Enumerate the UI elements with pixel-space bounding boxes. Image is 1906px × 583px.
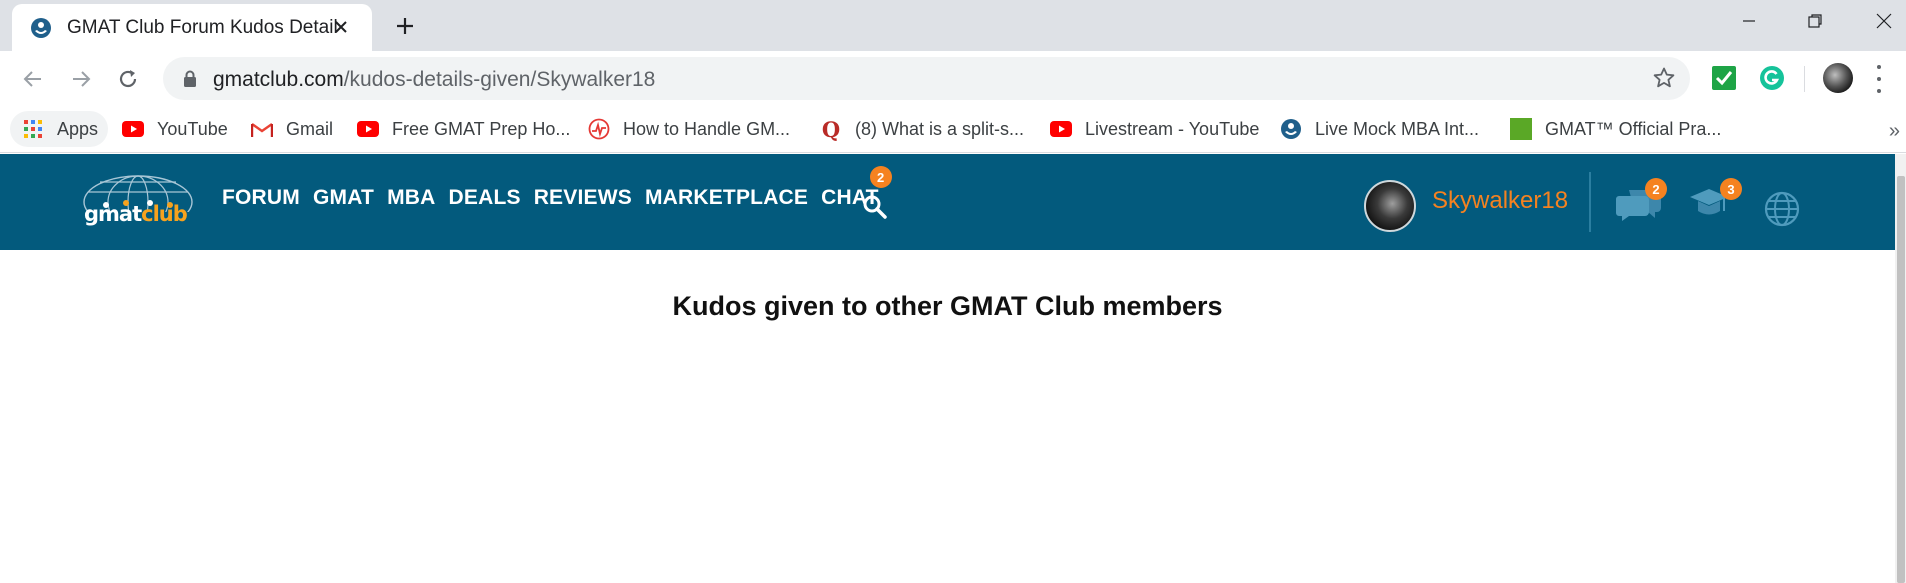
bookmarks-overflow-chevron[interactable]: » (1889, 120, 1900, 143)
logo-text-club: club (141, 202, 188, 226)
bookmark-gmat-official[interactable]: GMAT™ Official Pra... (1510, 111, 1721, 147)
browser-tab-active[interactable]: GMAT Club Forum Kudos Details (12, 4, 372, 51)
nav-mba[interactable]: MBA (387, 186, 435, 210)
pulse-icon (588, 118, 610, 140)
gmatclub-favicon-icon (29, 16, 53, 40)
reload-icon[interactable] (111, 62, 145, 96)
globe-language-icon[interactable] (1763, 190, 1801, 233)
close-tab-icon[interactable] (330, 16, 352, 38)
url-text[interactable]: gmatclub.com/kudos-details-given/Skywalk… (213, 68, 655, 92)
site-header: gmatclub FORUM GMAT MBA DEALS REVIEWS MA… (0, 154, 1895, 250)
page-title: Kudos given to other GMAT Club members (672, 291, 1223, 321)
minimize-window-icon[interactable] (1731, 8, 1767, 34)
bookmark-gmail[interactable]: Gmail (251, 111, 333, 147)
tab-title: GMAT Club Forum Kudos Details (67, 16, 337, 38)
gmatclub-favicon-icon (1280, 118, 1302, 140)
bookmark-quora[interactable]: Q (8) What is a split-s... (820, 111, 1024, 147)
bookmark-youtube[interactable]: YouTube (122, 111, 228, 147)
bookmark-apps[interactable]: Apps (10, 111, 109, 147)
bookmarks-bar: Apps YouTube Gmail Free GMAT Prep Ho... … (0, 106, 1906, 153)
logo-text-gmat: gmat (84, 202, 142, 226)
url-host: gmatclub.com (213, 68, 344, 91)
bookmark-label: How to Handle GM... (623, 118, 791, 139)
nav-gmat[interactable]: GMAT (313, 186, 374, 210)
gmatclub-logo[interactable]: gmatclub (80, 172, 196, 234)
bookmark-label: YouTube (157, 118, 228, 139)
scrollbar-thumb[interactable] (1897, 176, 1905, 583)
nav-forum[interactable]: FORUM (222, 186, 300, 210)
bookmark-star-icon[interactable] (1652, 66, 1676, 95)
address-bar[interactable]: gmatclub.com/kudos-details-given/Skywalk… (163, 57, 1690, 100)
toolbar-divider (1804, 66, 1805, 92)
bookmark-label: Gmail (286, 118, 334, 139)
search-icon[interactable] (862, 194, 888, 225)
browser-toolbar: gmatclub.com/kudos-details-given/Skywalk… (0, 51, 1906, 106)
bookmark-label: Apps (57, 118, 99, 139)
messages-icon[interactable]: 2 (1615, 178, 1667, 227)
lock-icon[interactable] (183, 70, 197, 93)
bookmark-label: GMAT™ Official Pra... (1545, 118, 1722, 139)
gmail-icon (251, 118, 273, 140)
user-avatar[interactable] (1364, 180, 1416, 232)
checkmark-extension-icon[interactable] (1709, 63, 1739, 93)
url-path: /kudos-details-given/Skywalker18 (343, 68, 656, 91)
bookmark-label: Livestream - YouTube (1085, 118, 1260, 139)
site-nav: FORUM GMAT MBA DEALS REVIEWS MARKETPLACE… (222, 166, 892, 210)
tab-strip: GMAT Club Forum Kudos Details (0, 0, 1906, 51)
bookmark-label: Live Mock MBA Int... (1315, 118, 1480, 139)
bookmark-how-to-handle[interactable]: How to Handle GM... (588, 111, 790, 147)
browser-menu-icon[interactable] (1872, 65, 1886, 93)
bookmark-label: Free GMAT Prep Ho... (392, 118, 571, 139)
graduation-cap-icon[interactable]: 3 (1689, 178, 1742, 226)
close-window-icon[interactable] (1866, 8, 1902, 34)
youtube-icon (122, 118, 144, 140)
logo-wordmark: gmatclub (84, 202, 188, 226)
quora-icon: Q (821, 116, 841, 142)
nav-marketplace[interactable]: MARKETPLACE (645, 186, 808, 210)
nav-deals[interactable]: DEALS (449, 186, 521, 210)
apps-grid-icon (22, 118, 44, 140)
bookmark-live-mock-mba[interactable]: Live Mock MBA Int... (1280, 111, 1479, 147)
school-badge: 3 (1720, 178, 1742, 200)
youtube-icon (357, 118, 379, 140)
new-tab-plus-icon[interactable] (391, 12, 419, 40)
back-arrow-icon[interactable] (16, 62, 50, 96)
forward-arrow-icon[interactable] (64, 62, 98, 96)
grammarly-extension-icon[interactable] (1757, 63, 1787, 93)
bookmark-free-gmat-prep[interactable]: Free GMAT Prep Ho... (357, 111, 570, 147)
header-divider (1589, 172, 1591, 232)
profile-avatar[interactable] (1823, 63, 1853, 93)
bookmark-livestream-youtube[interactable]: Livestream - YouTube (1050, 111, 1259, 147)
nav-reviews[interactable]: REVIEWS (534, 186, 632, 210)
youtube-icon (1050, 118, 1072, 140)
chat-badge: 2 (869, 166, 892, 188)
green-square-icon (1510, 118, 1532, 140)
username-link[interactable]: Skywalker18 (1432, 187, 1568, 215)
restore-window-icon[interactable] (1797, 8, 1833, 34)
messages-badge: 2 (1645, 178, 1667, 200)
bookmark-label: (8) What is a split-s... (855, 118, 1025, 139)
